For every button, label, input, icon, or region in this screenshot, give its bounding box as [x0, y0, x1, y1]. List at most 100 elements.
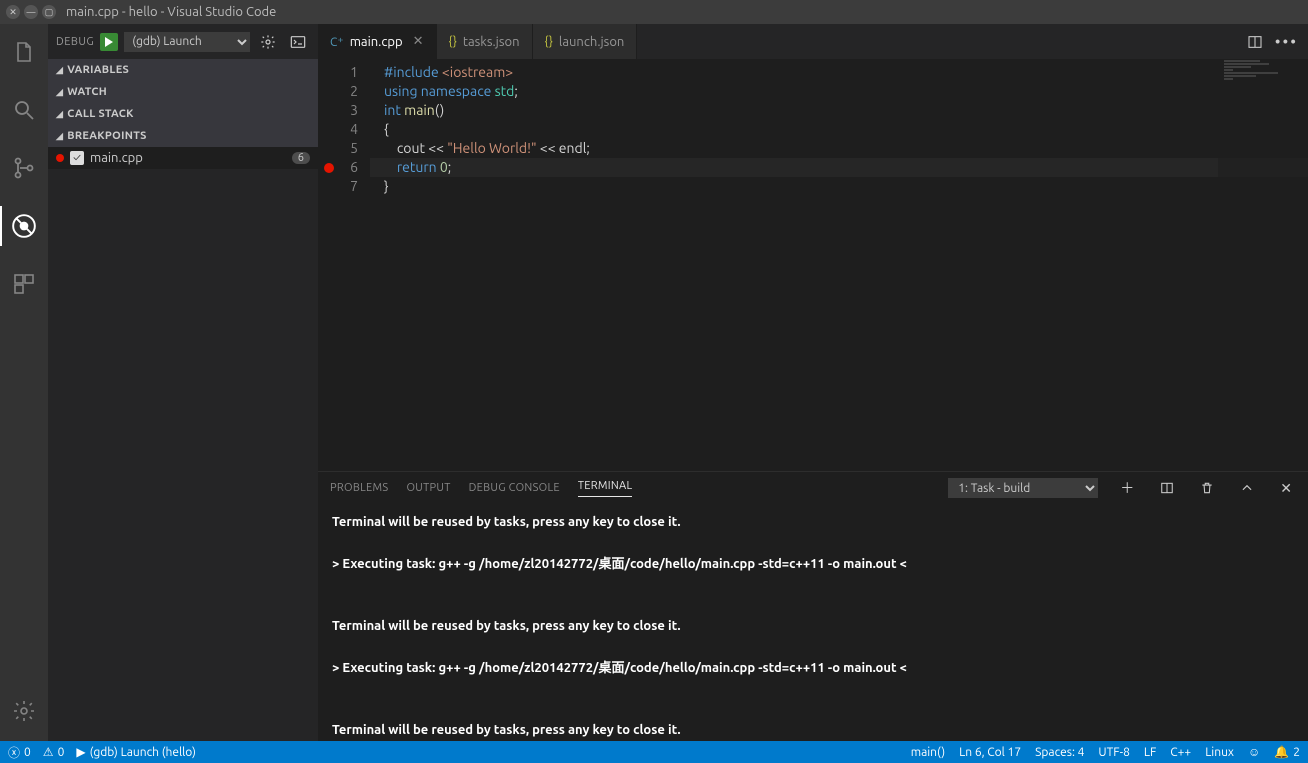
- new-terminal-icon[interactable]: ＋: [1116, 476, 1138, 500]
- breakpoint-line-badge: 6: [292, 152, 310, 164]
- start-debug-button[interactable]: [100, 33, 118, 51]
- activity-scm-icon[interactable]: [0, 148, 48, 188]
- status-notifications[interactable]: 🔔2: [1274, 745, 1300, 759]
- line-number: 4: [318, 120, 358, 139]
- status-language[interactable]: C++: [1170, 745, 1191, 759]
- window-titlebar: ✕ — ▢ main.cpp - hello - Visual Studio C…: [0, 0, 1308, 24]
- terminal-line: [332, 574, 1294, 595]
- gear-icon[interactable]: [256, 32, 280, 52]
- status-indent[interactable]: Spaces: 4: [1035, 745, 1084, 759]
- status-eol[interactable]: LF: [1144, 745, 1156, 759]
- breakpoint-gutter-icon[interactable]: [324, 163, 334, 173]
- callstack-section-header[interactable]: ◢Call Stack: [48, 103, 318, 125]
- breakpoint-dot-icon: [56, 154, 64, 162]
- breakpoint-item[interactable]: ✓ main.cpp 6: [48, 149, 318, 167]
- debug-config-select[interactable]: (gdb) Launch: [124, 32, 250, 52]
- code-line[interactable]: {: [370, 120, 1308, 139]
- panel-tab-problems[interactable]: PROBLEMS: [330, 482, 388, 494]
- warning-icon: ⚠: [43, 745, 54, 759]
- terminal-line: [332, 699, 1294, 720]
- maximize-panel-icon[interactable]: [1236, 479, 1258, 497]
- kill-terminal-icon[interactable]: [1196, 479, 1218, 497]
- minimap[interactable]: [1218, 59, 1308, 471]
- split-editor-icon[interactable]: [1247, 34, 1263, 50]
- breakpoint-checkbox[interactable]: ✓: [70, 151, 84, 165]
- terminal-line: [332, 595, 1294, 616]
- code-line[interactable]: return 0;: [370, 158, 1308, 177]
- editor-tab[interactable]: {} launch.json: [533, 24, 638, 59]
- debug-console-icon[interactable]: [286, 32, 310, 52]
- code-line[interactable]: int main(): [370, 101, 1308, 120]
- editor-group: C⁺ main.cpp ✕ {} tasks.json {} launch.json •••…: [318, 24, 1308, 741]
- activity-settings-icon[interactable]: [0, 691, 48, 731]
- code-line[interactable]: #include <iostream>: [370, 63, 1308, 82]
- breakpoints-section-header[interactable]: ◢Breakpoints: [48, 125, 318, 147]
- code-line[interactable]: using namespace std;: [370, 82, 1308, 101]
- split-terminal-icon[interactable]: [1156, 479, 1178, 497]
- panel-tab-debug-console[interactable]: DEBUG CONSOLE: [469, 482, 560, 494]
- play-icon: ▶: [76, 745, 85, 759]
- status-warnings[interactable]: ⚠0: [43, 745, 65, 759]
- terminal-selector[interactable]: 1: Task - build: [948, 478, 1098, 498]
- close-tab-icon[interactable]: ✕: [413, 34, 424, 49]
- status-encoding[interactable]: UTF-8: [1098, 745, 1129, 759]
- line-number: 5: [318, 139, 358, 158]
- tab-label: main.cpp: [350, 35, 403, 49]
- window-title: main.cpp - hello - Visual Studio Code: [66, 5, 276, 19]
- editor-tab[interactable]: {} tasks.json: [437, 24, 533, 59]
- window-close-button[interactable]: ✕: [6, 5, 20, 19]
- breakpoints-section-body: ✓ main.cpp 6: [48, 147, 318, 169]
- watch-section-header[interactable]: ◢Watch: [48, 81, 318, 103]
- activity-extensions-icon[interactable]: [0, 264, 48, 304]
- terminal-line: Terminal will be reused by tasks, press …: [332, 512, 1294, 533]
- line-number: 2: [318, 82, 358, 101]
- status-cursor[interactable]: Ln 6, Col 17: [959, 745, 1021, 759]
- panel-tabs: PROBLEMS OUTPUT DEBUG CONSOLE TERMINAL 1: T…: [318, 472, 1308, 504]
- code-line[interactable]: }: [370, 177, 1308, 196]
- code-line[interactable]: cout << "Hello World!" << endl;: [370, 139, 1308, 158]
- json-file-icon: {}: [545, 35, 553, 48]
- breakpoint-file: main.cpp: [90, 151, 143, 165]
- panel-tab-terminal[interactable]: TERMINAL: [578, 480, 633, 497]
- line-number: 3: [318, 101, 358, 120]
- terminal-line: > Executing task: g++ -g /home/zl2014277…: [332, 658, 1294, 679]
- terminal-line: [332, 678, 1294, 699]
- activity-explorer-icon[interactable]: [0, 32, 48, 72]
- debug-header-label: DEBUG: [56, 36, 94, 48]
- json-file-icon: {}: [449, 35, 457, 48]
- bottom-panel: PROBLEMS OUTPUT DEBUG CONSOLE TERMINAL 1: T…: [318, 471, 1308, 741]
- close-panel-icon[interactable]: ✕: [1276, 478, 1296, 499]
- code-editor[interactable]: 1234567 #include <iostream>using namespa…: [318, 59, 1308, 471]
- line-number: 7: [318, 177, 358, 196]
- terminal-line: [332, 637, 1294, 658]
- error-icon: ⓧ: [8, 744, 20, 761]
- panel-tab-output[interactable]: OUTPUT: [406, 482, 450, 494]
- debug-sidebar: DEBUG (gdb) Launch ◢Variables ◢Watch ◢Ca…: [48, 24, 318, 741]
- line-number: 1: [318, 63, 358, 82]
- status-bar: ⓧ0 ⚠0 ▶(gdb) Launch (hello) main() Ln 6,…: [0, 741, 1308, 763]
- status-feedback-icon[interactable]: ☺: [1248, 745, 1260, 759]
- cpp-file-icon: C⁺: [330, 35, 344, 49]
- status-debug-launch[interactable]: ▶(gdb) Launch (hello): [76, 745, 196, 759]
- activity-debug-icon[interactable]: [0, 206, 48, 246]
- terminal-line: Terminal will be reused by tasks, press …: [332, 720, 1294, 741]
- window-maximize-button[interactable]: ▢: [42, 5, 56, 19]
- status-errors[interactable]: ⓧ0: [8, 744, 31, 761]
- activity-bar: [0, 24, 48, 741]
- terminal-line: [332, 533, 1294, 554]
- activity-search-icon[interactable]: [0, 90, 48, 130]
- bell-icon: 🔔: [1274, 745, 1289, 759]
- status-scope[interactable]: main(): [911, 745, 945, 759]
- status-os[interactable]: Linux: [1205, 745, 1234, 759]
- tab-label: tasks.json: [463, 35, 520, 49]
- terminal-line: Terminal will be reused by tasks, press …: [332, 616, 1294, 637]
- terminal-line: > Executing task: g++ -g /home/zl2014277…: [332, 554, 1294, 575]
- window-minimize-button[interactable]: —: [24, 5, 38, 19]
- tab-label: launch.json: [559, 35, 624, 49]
- terminal-output[interactable]: Terminal will be reused by tasks, press …: [318, 504, 1308, 741]
- variables-section-header[interactable]: ◢Variables: [48, 59, 318, 81]
- editor-tabs: C⁺ main.cpp ✕ {} tasks.json {} launch.json •••: [318, 24, 1308, 59]
- debug-toolbar: DEBUG (gdb) Launch: [48, 24, 318, 59]
- editor-tab[interactable]: C⁺ main.cpp ✕: [318, 24, 437, 59]
- more-actions-icon[interactable]: •••: [1275, 33, 1298, 51]
